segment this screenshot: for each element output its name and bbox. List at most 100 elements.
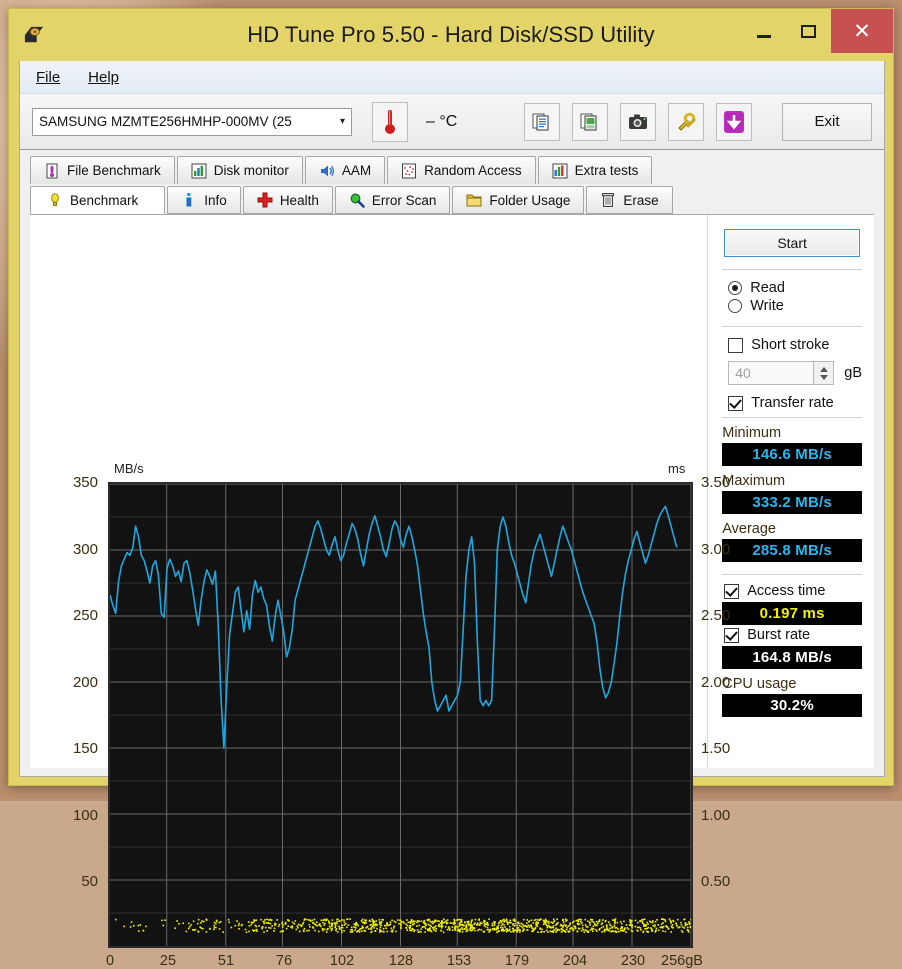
burst-rate-value: 164.8 MB/s [722, 646, 862, 669]
tab-erase[interactable]: Erase [586, 186, 672, 214]
tab-aam[interactable]: AAM [305, 156, 385, 184]
short-stroke-unit: gB [844, 365, 862, 381]
drive-select[interactable]: SAMSUNG MZMTE256HMHP-000MV (25 ▾ [32, 108, 352, 136]
drive-select-value: SAMSUNG MZMTE256HMHP-000MV (25 [39, 114, 292, 129]
bar-chart-icon [191, 163, 207, 179]
burst-rate-checkbox-icon [724, 628, 739, 643]
y-tick-left: 50 [52, 873, 98, 890]
checkbox-transfer-rate[interactable]: Transfer rate [728, 395, 862, 411]
plot-area [108, 482, 693, 948]
y-tick-right: 1.50 [701, 740, 753, 757]
access-time-checkbox-icon [724, 584, 739, 599]
tab-label: Info [204, 193, 227, 208]
radio-read-icon [728, 281, 742, 295]
download-icon [723, 110, 745, 134]
tab-disk-monitor[interactable]: Disk monitor [177, 156, 303, 184]
minimize-button[interactable] [741, 9, 786, 53]
tab-label: Erase [623, 193, 658, 208]
options-button[interactable] [668, 103, 704, 141]
cpu-usage-value: 30.2% [722, 694, 862, 717]
toolbar: SAMSUNG MZMTE256HMHP-000MV (25 ▾ – °C [20, 94, 884, 150]
tab-folder-usage[interactable]: Folder Usage [452, 186, 584, 214]
speaker-icon [319, 163, 335, 179]
client-area: File Help SAMSUNG MZMTE256HMHP-000MV (25… [19, 61, 885, 777]
checkbox-burst-rate[interactable]: Burst rate [724, 627, 862, 643]
menu-bar: File Help [20, 61, 884, 94]
y-tick-right: 3.50 [701, 474, 753, 491]
tab-error-scan[interactable]: Error Scan [335, 186, 451, 214]
thermometer-icon [383, 108, 397, 136]
application-window: HD Tune Pro 5.50 - Hard Disk/SSD Utility… [8, 8, 894, 786]
y-tick-left: 100 [52, 807, 98, 824]
exit-button[interactable]: Exit [782, 103, 872, 141]
tab-label: Disk monitor [214, 163, 289, 178]
tab-row-bottom: Benchmark Info Health [30, 186, 874, 214]
radio-write-icon [728, 299, 742, 313]
magnifier-icon [349, 192, 365, 208]
maximize-button[interactable] [786, 9, 831, 53]
spinner-down-icon[interactable] [820, 375, 828, 380]
tab-health[interactable]: Health [243, 186, 333, 214]
y-axis-title-right: ms [668, 461, 685, 476]
extra-tests-icon [552, 163, 568, 179]
y-tick-left: 150 [52, 740, 98, 757]
copy-image-button[interactable] [572, 103, 608, 141]
divider [722, 574, 862, 575]
x-tick: 128 [389, 953, 413, 969]
temperature-readout: – °C [426, 113, 457, 131]
x-tick: 179 [505, 953, 529, 969]
short-stroke-spinner[interactable] [814, 361, 834, 385]
checkbox-access-time[interactable]: Access time [724, 583, 862, 599]
transfer-rate-checkbox-icon [728, 396, 743, 411]
copy-text-icon [532, 112, 552, 132]
minimum-label: Minimum [722, 425, 862, 441]
save-button[interactable] [716, 103, 752, 141]
folder-icon [466, 192, 482, 208]
radio-write[interactable]: Write [728, 298, 862, 314]
divider [722, 417, 862, 418]
x-tick: 256gB [661, 953, 703, 969]
window-controls: ✕ [741, 9, 893, 53]
y-tick-left: 350 [52, 474, 98, 491]
x-tick: 204 [563, 953, 587, 969]
tab-info[interactable]: Info [167, 186, 241, 214]
access-time-label: Access time [747, 583, 825, 599]
y-tick-left: 250 [52, 607, 98, 624]
short-stroke-input[interactable]: 40 [728, 361, 814, 385]
scatter-icon [401, 163, 417, 179]
copy-image-icon [580, 112, 600, 132]
radio-read[interactable]: Read [728, 280, 862, 296]
checkbox-short-stroke[interactable]: Short stroke [728, 337, 862, 353]
screenshot-button[interactable] [620, 103, 656, 141]
thermometer-indicator [372, 102, 408, 142]
plot-svg [110, 484, 691, 946]
file-benchmark-icon [44, 163, 60, 179]
tab-benchmark[interactable]: Benchmark [30, 186, 165, 214]
minimum-value: 146.6 MB/s [722, 443, 862, 466]
short-stroke-checkbox-icon [728, 338, 743, 353]
tab-file-benchmark[interactable]: File Benchmark [30, 156, 175, 184]
short-stroke-stepper[interactable]: 40 [728, 361, 834, 385]
y-tick-right: 1.00 [701, 807, 753, 824]
menu-item-file[interactable]: File [36, 69, 60, 86]
tab-label: Benchmark [70, 193, 138, 208]
copy-text-button[interactable] [524, 103, 560, 141]
close-button[interactable]: ✕ [831, 9, 893, 53]
start-button[interactable]: Start [724, 229, 860, 257]
tab-label: Random Access [424, 163, 522, 178]
y-tick-right: 2.00 [701, 674, 753, 691]
x-tick: 25 [160, 953, 176, 969]
spinner-up-icon[interactable] [820, 367, 828, 372]
info-icon [181, 192, 197, 208]
tab-extra-tests[interactable]: Extra tests [538, 156, 653, 184]
menu-item-help[interactable]: Help [88, 69, 119, 86]
tab-label: Health [280, 193, 319, 208]
burst-rate-label: Burst rate [747, 627, 810, 643]
tab-label: Extra tests [575, 163, 639, 178]
chevron-down-icon: ▾ [334, 116, 345, 127]
tab-random-access[interactable]: Random Access [387, 156, 536, 184]
maximum-value: 333.2 MB/s [722, 491, 862, 514]
short-stroke-row: 40 gB [728, 361, 862, 385]
trash-icon [600, 192, 616, 208]
y-tick-left: 200 [52, 674, 98, 691]
